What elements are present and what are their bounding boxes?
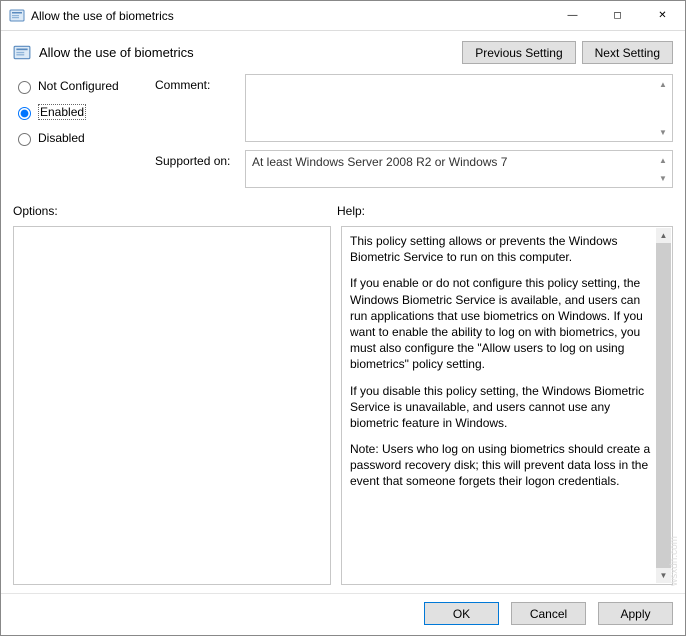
comment-label: Comment: (155, 74, 245, 92)
options-panel (13, 226, 331, 585)
scroll-up-icon: ▲ (656, 153, 670, 167)
ok-button[interactable]: OK (424, 602, 499, 625)
scroll-up-icon[interactable]: ▲ (656, 228, 671, 243)
config-area: Not Configured Enabled Disabled Comment:… (1, 70, 685, 196)
minimize-button[interactable]: — (550, 1, 595, 31)
help-panel: This policy setting allows or prevents t… (341, 226, 673, 585)
scroll-down-icon[interactable]: ▼ (656, 568, 671, 583)
radio-disabled-label: Disabled (38, 131, 85, 145)
help-paragraph: If you disable this policy setting, the … (350, 383, 652, 432)
policy-title: Allow the use of biometrics (39, 45, 194, 60)
help-paragraph: If you enable or do not configure this p… (350, 275, 652, 372)
scroll-down-icon[interactable]: ▼ (656, 125, 670, 139)
window-title: Allow the use of biometrics (31, 9, 174, 23)
options-content (14, 227, 314, 584)
comment-scrollbar[interactable]: ▲ ▼ (656, 77, 670, 139)
gpo-policy-icon (13, 44, 31, 62)
supported-on-textbox: At least Windows Server 2008 R2 or Windo… (245, 150, 673, 188)
next-setting-button[interactable]: Next Setting (582, 41, 673, 64)
help-scrollbar[interactable]: ▲ ▼ (656, 228, 671, 583)
scroll-down-icon: ▼ (656, 171, 670, 185)
radio-not-configured[interactable]: Not Configured (13, 78, 143, 94)
help-label: Help: (337, 204, 365, 218)
titlebar: Allow the use of biometrics — ◻ ✕ (1, 1, 685, 31)
cancel-button[interactable]: Cancel (511, 602, 586, 625)
comment-textbox[interactable]: ▲ ▼ (245, 74, 673, 142)
radio-disabled-input[interactable] (18, 133, 31, 146)
state-radio-group: Not Configured Enabled Disabled (13, 74, 143, 188)
scroll-up-icon[interactable]: ▲ (656, 77, 670, 91)
header: Allow the use of biometrics Previous Set… (1, 31, 685, 70)
help-paragraph: Note: Users who log on using biometrics … (350, 441, 652, 490)
help-content: This policy setting allows or prevents t… (342, 227, 656, 584)
panels: This policy setting allows or prevents t… (1, 222, 685, 593)
radio-disabled[interactable]: Disabled (13, 130, 143, 146)
close-button[interactable]: ✕ (640, 1, 685, 31)
previous-setting-button[interactable]: Previous Setting (462, 41, 575, 64)
radio-enabled[interactable]: Enabled (13, 104, 143, 120)
radio-enabled-input[interactable] (18, 107, 31, 120)
radio-not-configured-label: Not Configured (38, 79, 119, 93)
radio-enabled-label: Enabled (38, 104, 86, 120)
options-label: Options: (13, 204, 337, 218)
maximize-button[interactable]: ◻ (595, 1, 640, 31)
gpo-policy-icon (9, 8, 25, 24)
supported-on-value: At least Windows Server 2008 R2 or Windo… (246, 151, 672, 173)
config-fields: Comment: ▲ ▼ Supported on: At least Wind… (155, 74, 673, 188)
mid-labels: Options: Help: (1, 196, 685, 222)
scrollbar-thumb[interactable] (656, 243, 671, 568)
footer: OK Cancel Apply (1, 593, 685, 635)
supported-scrollbar: ▲ ▼ (656, 153, 670, 185)
supported-on-label: Supported on: (155, 150, 245, 168)
radio-not-configured-input[interactable] (18, 81, 31, 94)
help-paragraph: This policy setting allows or prevents t… (350, 233, 652, 265)
apply-button[interactable]: Apply (598, 602, 673, 625)
